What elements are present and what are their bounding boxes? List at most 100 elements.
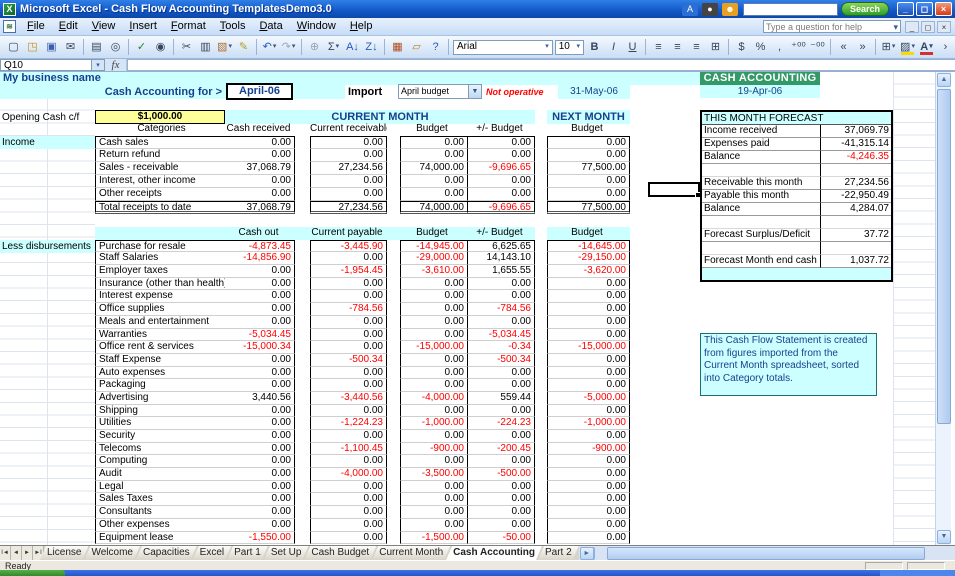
value-cell[interactable]: 0.00 [467,367,535,380]
category-cell[interactable]: Equipment lease [95,532,225,545]
value-cell[interactable]: 27,234.56 [310,162,387,175]
value-cell[interactable]: 37,068.79 [225,201,295,214]
value-cell[interactable]: 0.00 [547,316,630,329]
value-cell[interactable]: 0.00 [225,136,295,149]
value-cell[interactable]: 0.00 [400,278,467,291]
value-cell[interactable]: 0.00 [547,175,630,188]
value-cell[interactable]: 0.00 [400,149,467,162]
value-cell[interactable]: 0.00 [467,136,535,149]
addon-logo-icon[interactable]: A [682,3,698,16]
value-cell[interactable]: -4,873.45 [225,240,295,253]
category-cell[interactable]: Staff Expense [95,354,225,367]
value-cell[interactable]: 0.00 [547,493,630,506]
sort-descending-icon[interactable]: Z↓ [363,39,380,56]
value-cell[interactable]: -1,100.45 [310,443,387,456]
menu-item-edit[interactable]: Edit [52,18,85,35]
value-cell[interactable]: 0.00 [547,290,630,303]
value-cell[interactable]: 0.00 [225,278,295,291]
value-cell[interactable]: 0.00 [310,278,387,291]
value-cell[interactable]: 0.00 [225,443,295,456]
value-cell[interactable]: -1,550.00 [225,532,295,545]
font-color-icon[interactable]: A▾ [918,39,935,56]
value-cell[interactable]: 0.00 [547,136,630,149]
opening-cash-value[interactable]: $1,000.00 [95,110,225,124]
value-cell[interactable]: -1,500.00 [400,532,467,545]
copy-icon[interactable]: ▥ [197,39,214,56]
borders-icon[interactable]: ⊞▾ [880,39,897,56]
font-name-select[interactable]: Arial ▾ [453,40,553,55]
value-cell[interactable]: 0.00 [400,175,467,188]
value-cell[interactable]: 37,068.79 [225,162,295,175]
value-cell[interactable]: 0.00 [310,175,387,188]
value-cell[interactable]: -5,000.00 [547,392,630,405]
value-cell[interactable]: 0.00 [547,367,630,380]
format-painter-icon[interactable]: ✎ [235,39,252,56]
value-cell[interactable]: 0.00 [310,455,387,468]
value-cell[interactable]: 0.00 [547,329,630,342]
value-cell[interactable]: 0.00 [547,188,630,201]
value-cell[interactable]: 6,625.65 [467,240,535,253]
menu-item-window[interactable]: Window [290,18,343,35]
chevron-down-icon[interactable]: ▼ [468,85,481,98]
spelling-icon[interactable]: ✓ [133,39,150,56]
value-cell[interactable]: -14,645.00 [547,240,630,253]
italic-icon[interactable]: I [605,39,622,56]
value-cell[interactable]: -500.34 [310,354,387,367]
value-cell[interactable]: -50.00 [467,532,535,545]
value-cell[interactable]: 0.00 [547,455,630,468]
sort-ascending-icon[interactable]: A↓ [344,39,361,56]
help-icon[interactable]: ? [427,39,444,56]
value-cell[interactable]: 0.00 [467,278,535,291]
period-cell[interactable]: April-06 [226,83,293,100]
column-header[interactable]: Cash out [225,227,295,240]
tab-cash-accounting[interactable]: Cash Accounting [446,546,542,560]
value-cell[interactable]: 0.00 [225,405,295,418]
category-cell[interactable]: Sales - receivable [95,162,225,175]
value-cell[interactable]: -14,945.00 [400,240,467,253]
increase-indent-icon[interactable]: » [854,39,871,56]
category-cell[interactable]: Other receipts [95,188,225,201]
category-cell[interactable]: Shipping [95,405,225,418]
value-cell[interactable]: 0.00 [400,379,467,392]
value-cell[interactable]: -500.00 [467,468,535,481]
value-cell[interactable]: 0.00 [400,303,467,316]
category-cell[interactable]: Legal [95,481,225,494]
value-cell[interactable]: 0.00 [225,316,295,329]
tab-part-1[interactable]: Part 1 [227,546,268,560]
category-cell[interactable]: Staff Salaries [95,252,225,265]
value-cell[interactable]: 0.00 [225,455,295,468]
value-cell[interactable]: 0.00 [547,481,630,494]
undo-icon[interactable]: ↶▾ [261,39,278,56]
value-cell[interactable]: 0.00 [310,136,387,149]
value-cell[interactable]: 0.00 [400,405,467,418]
value-cell[interactable]: -1,224.23 [310,417,387,430]
value-cell[interactable]: 0.00 [467,405,535,418]
import-dropdown[interactable]: April budget ▼ [398,84,482,99]
hyperlink-icon[interactable]: ⊕ [306,39,323,56]
font-size-select[interactable]: 10 ▾ [555,40,584,55]
value-cell[interactable]: 0.00 [467,519,535,532]
underline-icon[interactable]: U [624,39,641,56]
category-cell[interactable]: Warranties [95,329,225,342]
increase-decimal-icon[interactable]: ⁺⁰⁰ [790,39,807,56]
open-icon[interactable]: ◳ [24,39,41,56]
category-cell[interactable]: Purchase for resale [95,240,225,253]
next-sheet-button[interactable]: ► [22,546,33,560]
category-cell[interactable]: Insurance (other than health) [95,278,225,291]
category-cell[interactable]: Interest, other income [95,175,225,188]
category-cell[interactable]: Interest expense [95,290,225,303]
value-cell[interactable]: -3,620.00 [547,265,630,278]
category-cell[interactable]: Sales Taxes [95,493,225,506]
category-cell[interactable]: Security [95,430,225,443]
comma-style-icon[interactable]: , [771,39,788,56]
tab-current-month[interactable]: Current Month [372,546,450,560]
value-cell[interactable]: -1,000.00 [400,417,467,430]
paste-icon[interactable]: ▧▾ [216,39,233,56]
value-cell[interactable]: 0.00 [310,532,387,545]
value-cell[interactable]: 0.00 [400,329,467,342]
value-cell[interactable]: 0.00 [467,493,535,506]
value-cell[interactable]: 0.00 [400,136,467,149]
value-cell[interactable]: -29,000.00 [400,252,467,265]
value-cell[interactable]: 559.44 [467,392,535,405]
tab-license[interactable]: License [40,546,88,560]
